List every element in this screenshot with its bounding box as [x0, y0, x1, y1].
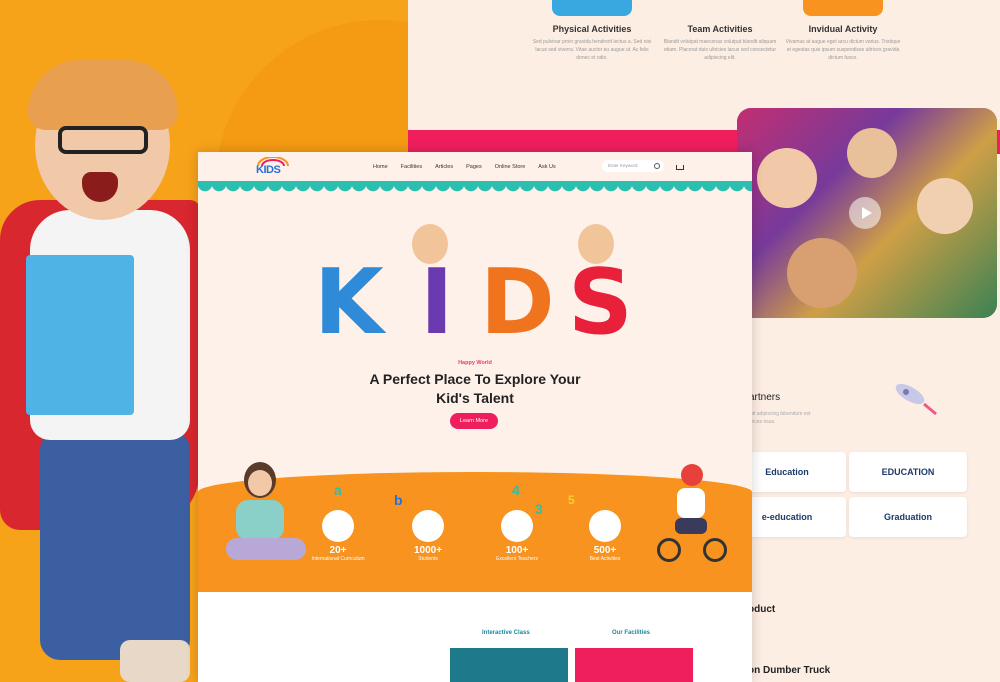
boy-hair	[28, 60, 178, 130]
activity-individual: Invidual Activity Vivamus at augue eget …	[783, 0, 903, 62]
reading-girl-image	[226, 462, 306, 572]
hero-letter-s: S	[568, 250, 633, 355]
students-icon	[412, 510, 444, 542]
nav-item-ask-us[interactable]: Ask Us	[538, 164, 555, 170]
stat-activities: 500+ Best Activities	[570, 510, 640, 562]
teachers-icon	[501, 510, 533, 542]
stat-label: International Curriculum	[311, 556, 365, 562]
partner-logo-text: Education	[765, 467, 809, 477]
nav-item-facilities[interactable]: Facilities	[401, 164, 422, 170]
rocket-icon	[890, 378, 940, 418]
activity-title: Team Activities	[687, 24, 753, 34]
activity-team: Team Activities Blandit volutpat maecena…	[660, 0, 780, 62]
scallop-trim	[198, 184, 752, 194]
hero-letter-i: I	[420, 250, 454, 355]
floating-letter: 5	[568, 493, 575, 507]
product-name[interactable]: on Dumber Truck	[748, 665, 830, 676]
search-icon[interactable]	[654, 163, 660, 169]
stat-number: 1000+	[413, 545, 443, 556]
partners-subtitle: ipit adipiscing bibendum est ltrices ris…	[749, 411, 811, 425]
floating-letter: 4	[512, 482, 520, 498]
stat-students: 1000+ Students	[393, 510, 463, 562]
interactive-class-card[interactable]	[450, 648, 568, 682]
search-input[interactable]: Enter Keyword	[602, 160, 664, 172]
cart-icon[interactable]	[676, 165, 684, 170]
curriculum-icon	[322, 510, 354, 542]
glasses-icon	[58, 126, 148, 154]
search-placeholder: Enter Keyword	[608, 163, 638, 168]
blue-book-image	[26, 255, 134, 415]
partner-logo-graduation[interactable]: Graduation	[849, 497, 967, 537]
hero-headline-line-2: Kid's Talent	[436, 390, 514, 406]
activity-physical: Physical Activities Sed pulvinar proin g…	[532, 0, 652, 62]
partner-logo-text: Graduation	[883, 512, 932, 522]
nav-item-pages[interactable]: Pages	[466, 164, 482, 170]
floating-letter: a	[334, 482, 342, 498]
hero-tag: Happy World	[458, 360, 492, 366]
stat-label: Excellent Teachers	[496, 556, 538, 562]
stat-number: 100+	[505, 545, 529, 556]
interactive-class-title: Interactive Class	[482, 630, 530, 636]
play-icon[interactable]	[849, 197, 881, 229]
activity-title: Physical Activities	[552, 24, 632, 34]
activity-thumbnail	[552, 0, 632, 16]
activity-thumbnail	[680, 0, 760, 16]
activity-text: Sed pulvinar proin gravida hendrerit lec…	[532, 39, 652, 61]
hero-headline-line-1: A Perfect Place To Explore Your	[369, 371, 581, 387]
stat-teachers: 100+ Excellent Teachers	[482, 510, 552, 562]
hero-letter-d: D	[480, 250, 555, 355]
stat-label: Students	[418, 556, 438, 562]
partner-logo-text: e-education	[761, 512, 813, 522]
hero-letter-k: K	[314, 250, 384, 355]
boy-jeans	[40, 430, 190, 660]
partners-title: artners	[749, 392, 781, 403]
activities-icon	[589, 510, 621, 542]
hero-headline: A Perfect Place To Explore Your Kid's Ta…	[198, 370, 752, 408]
kids-logo[interactable]: KIDS	[254, 157, 289, 179]
partner-logo-education-2[interactable]: EDUCATION	[849, 452, 967, 492]
partner-logo-text: EDUCATION	[881, 467, 935, 477]
floating-letter: b	[394, 492, 403, 508]
nav-item-home[interactable]: Home	[373, 164, 388, 170]
boy-shoes	[120, 640, 190, 682]
cycling-boy-image	[653, 462, 733, 572]
activity-title: Invidual Activity	[808, 24, 878, 34]
nav-item-articles[interactable]: Articles	[435, 164, 453, 170]
main-menu: Home Facilities Articles Pages Online St…	[373, 164, 556, 170]
stat-number: 20+	[329, 545, 347, 556]
activity-thumbnail	[803, 0, 883, 16]
logo-text: KIDS	[256, 164, 281, 176]
stat-number: 500+	[593, 545, 617, 556]
product-heading: oduct	[748, 604, 776, 615]
our-facilities-card[interactable]	[575, 648, 693, 682]
stat-curriculum: 20+ International Curriculum	[303, 510, 373, 562]
learn-more-button[interactable]: Learn More	[450, 413, 498, 429]
activity-text: Blandit volutpat maecenas volutpat bland…	[663, 39, 777, 61]
activity-text: Vivamus at augue eget arcu dictum varius…	[785, 39, 901, 61]
our-facilities-title: Our Facilities	[612, 630, 651, 636]
stat-label: Best Activities	[589, 556, 621, 562]
nav-item-online-store[interactable]: Online Store	[495, 164, 526, 170]
front-page-preview: KIDS Home Facilities Articles Pages Onli…	[198, 152, 752, 682]
